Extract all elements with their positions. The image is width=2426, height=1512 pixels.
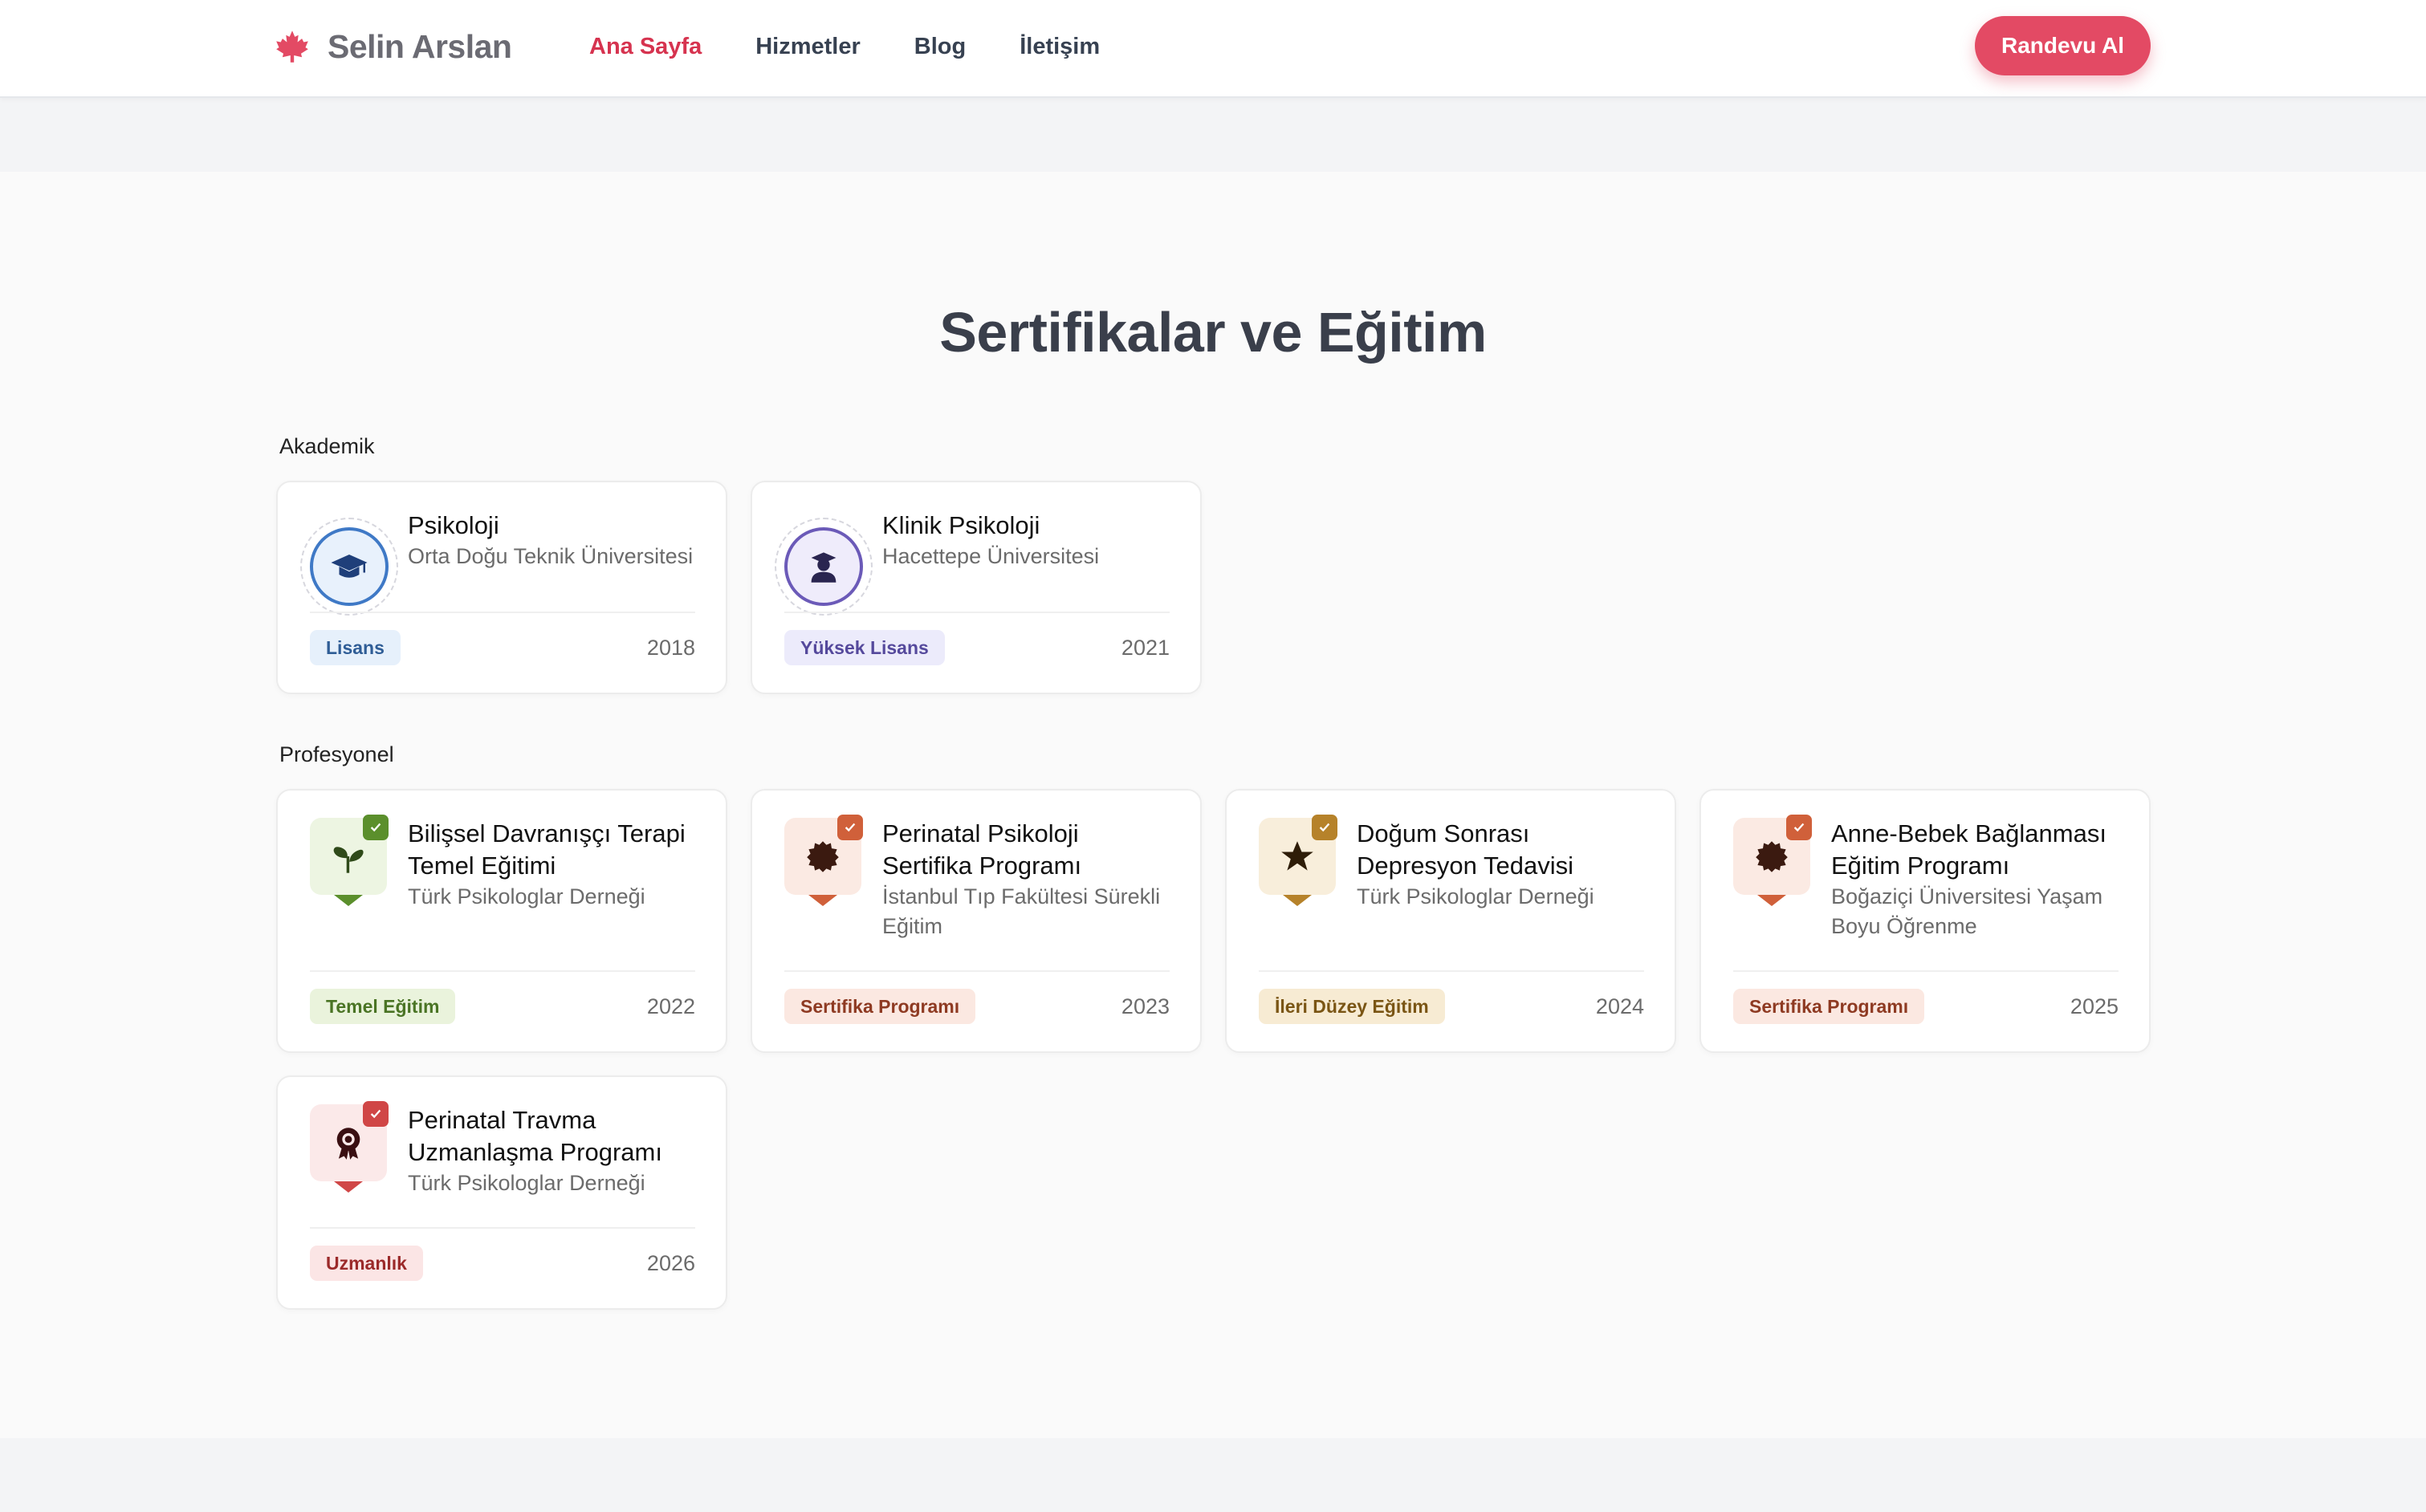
certificate-type-badge: Sertifika Programı (1733, 989, 1925, 1024)
verified-check-icon (837, 815, 863, 840)
card-year: 2026 (646, 1251, 695, 1275)
site-header: Selin Arslan Ana Sayfa Hizmetler Blog İl… (0, 0, 2426, 98)
card-title: Perinatal Travma Uzmanlaşma Programı (408, 1106, 662, 1166)
card-title: Bilişsel Davranışçı Terapi Temel Eğitimi (408, 819, 686, 880)
certificate-type-badge: Uzmanlık (310, 1246, 423, 1281)
footer-band (0, 1438, 2426, 1512)
certificate-card: Perinatal Travma Uzmanlaşma Programı Tür… (276, 1075, 727, 1310)
group-label-professional: Profesyonel (279, 742, 394, 766)
card-year: 2025 (2070, 994, 2119, 1018)
certificate-type-badge: Sertifika Programı (784, 989, 976, 1024)
card-institution: Hacettepe Üniversitesi (882, 544, 1100, 568)
card-institution: Orta Doğu Teknik Üniversitesi (408, 544, 694, 568)
nav-link-home[interactable]: Ana Sayfa (589, 29, 702, 64)
certificate-card: Bilişsel Davranışçı Terapi Temel Eğitimi… (276, 789, 727, 1053)
card-institution: Türk Psikologlar Derneği (408, 884, 645, 908)
card-title: Perinatal Psikoloji Sertifika Programı (882, 819, 1082, 880)
certificate-card: Perinatal Psikoloji Sertifika Programı İ… (751, 789, 1202, 1053)
nav-link-contact[interactable]: İletişim (1020, 29, 1100, 64)
card-year: 2021 (1121, 636, 1170, 660)
certificate-card: Doğum Sonrası Depresyon Tedavisi Türk Ps… (1225, 789, 1676, 1053)
degree-badge: Lisans (310, 630, 401, 665)
main-nav: Ana Sayfa Hizmetler Blog İletişim (589, 29, 1154, 64)
card-title: Anne-Bebek Bağlanması Eğitim Programı (1831, 819, 2106, 880)
nav-link-services[interactable]: Hizmetler (755, 29, 861, 64)
maple-leaf-icon (276, 30, 308, 63)
nav-link-blog[interactable]: Blog (914, 29, 966, 64)
card-divider (310, 970, 695, 972)
certificate-type-badge: İleri Düzey Eğitim (1259, 989, 1445, 1024)
card-title: Doğum Sonrası Depresyon Tedavisi (1357, 819, 1573, 880)
card-divider (784, 970, 1170, 972)
card-title: Klinik Psikoloji (882, 511, 1040, 539)
certificate-type-badge: Temel Eğitim (310, 989, 456, 1024)
certificate-card: Psikoloji Orta Doğu Teknik Üniversitesi … (276, 481, 727, 694)
card-divider (310, 1227, 695, 1229)
card-year: 2023 (1121, 994, 1170, 1018)
card-institution: İstanbul Tıp Fakültesi Sürekli Eğitim (882, 884, 1161, 938)
card-year: 2018 (646, 636, 695, 660)
card-divider (1259, 970, 1644, 972)
section-title: Sertifikalar ve Eğitim (939, 301, 1487, 364)
icon-ring (300, 518, 398, 616)
group-label-academic: Akademik (279, 434, 375, 458)
star-icon (1281, 841, 1313, 871)
card-divider (784, 612, 1170, 613)
verified-check-icon (363, 815, 389, 840)
certificate-card: Klinik Psikoloji Hacettepe Üniversitesi … (751, 481, 1202, 694)
card-divider (1733, 970, 2119, 972)
graduate-person-icon (811, 552, 836, 583)
certificate-seal-icon (1756, 841, 1788, 872)
degree-badge: Yüksek Lisans (784, 630, 945, 665)
card-institution: Boğaziçi Üniversitesi Yaşam Boyu Öğrenme (1831, 884, 2103, 938)
graduation-cap-icon (331, 555, 368, 578)
seedling-icon (333, 847, 364, 873)
certificate-card: Anne-Bebek Bağlanması Eğitim Programı Bo… (1699, 789, 2151, 1053)
brand-name: Selin Arslan (328, 27, 512, 65)
card-institution: Türk Psikologlar Derneği (1357, 884, 1594, 908)
certificate-seal-icon (807, 841, 839, 872)
icon-ring (775, 518, 873, 616)
card-institution: Türk Psikologlar Derneği (408, 1171, 645, 1195)
card-year: 2024 (1595, 994, 1644, 1018)
verified-check-icon (1312, 815, 1337, 840)
card-year: 2022 (646, 994, 695, 1018)
card-title: Psikoloji (408, 511, 499, 539)
brand-logo[interactable]: Selin Arslan (275, 24, 512, 69)
book-appointment-button[interactable]: Randevu Al (1975, 16, 2151, 75)
award-ribbon-icon (336, 1128, 360, 1160)
verified-check-icon (363, 1101, 389, 1127)
verified-check-icon (1786, 815, 1812, 840)
certificates-section: Sertifikalar ve Eğitim Akademik Psikoloj… (0, 172, 2426, 1438)
card-divider (310, 612, 695, 613)
